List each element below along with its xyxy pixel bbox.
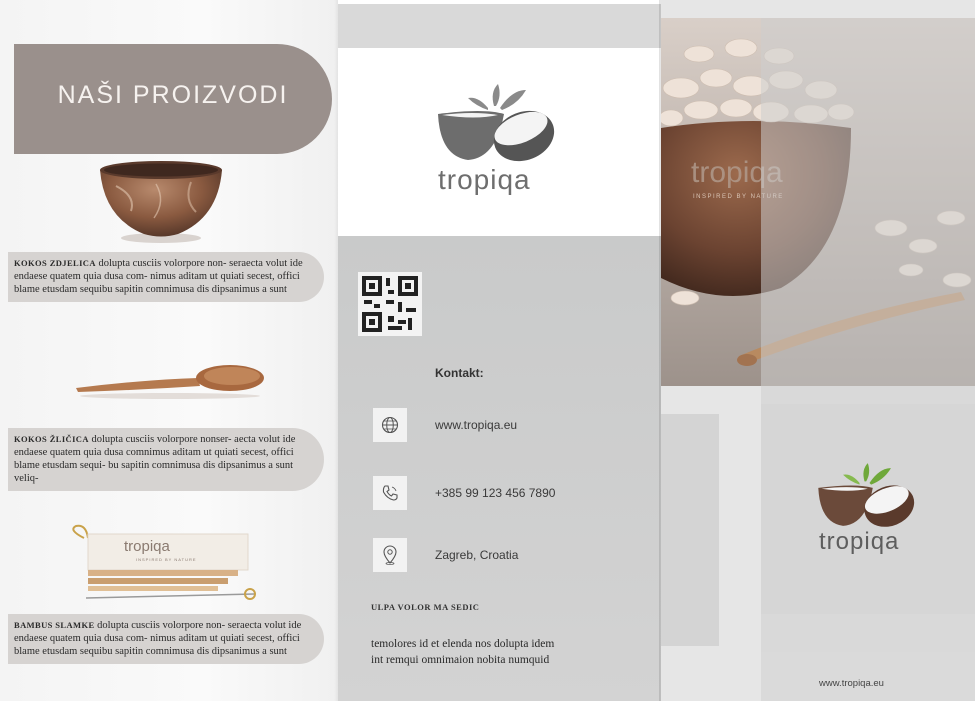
product-name-bowl: KOKOS ZDJELICA: [14, 258, 96, 268]
right-website-text[interactable]: www.tropiqa.eu: [819, 678, 884, 689]
middle-logo-text: tropiqa: [438, 164, 531, 195]
contact-phone-text: +385 99 123 456 7890: [435, 486, 556, 500]
right-inner-box-left: [661, 414, 719, 646]
right-logo-text: tropiqa: [819, 528, 900, 555]
location-pin-icon: [373, 538, 407, 572]
contact-location-text: Zagreb, Croatia: [435, 548, 519, 562]
brochure-left-panel: NAŠI PROIZVODI KOKOS ZDJELICA dolupta cu…: [0, 0, 338, 701]
phone-icon: [373, 476, 407, 510]
right-footer-box: [761, 652, 975, 701]
section-text-line2: int remqui omnimaion nobita numquid: [371, 654, 550, 666]
straw-pack-tagline: INSPIRED BY NATURE: [136, 557, 197, 562]
contact-website-text: www.tropiqa.eu: [435, 418, 518, 432]
coconut-logo-icon: [438, 84, 555, 162]
middle-top-bar: [338, 4, 661, 48]
qr-code-icon: [358, 272, 422, 336]
section-text-line1: temolores id et elenda nos dolupta idem: [371, 638, 555, 650]
bamboo-straws-image: tropiqa INSPIRED BY NATURE: [64, 524, 264, 606]
product-name-straws: BAMBUS SLAMKE: [14, 620, 95, 630]
globe-icon: [373, 408, 407, 442]
products-title-banner: NAŠI PROIZVODI: [14, 44, 332, 154]
coconut-spoon-image: [76, 365, 264, 399]
products-title: NAŠI PROIZVODI: [57, 80, 289, 109]
section-heading: ULPA VOLOR MA SEDIC: [371, 602, 480, 612]
product-name-spoon: KOKOS ŽLIČICA: [14, 434, 89, 444]
product-description-spoon: KOKOS ŽLIČICA dolupta cusciis volorpore …: [8, 428, 324, 491]
contact-heading: Kontakt:: [435, 366, 484, 380]
contact-website-row[interactable]: www.tropiqa.eu: [373, 408, 517, 442]
coconut-bowl-image: [100, 161, 222, 243]
straw-pack-logo: tropiqa: [124, 538, 170, 555]
brochure-middle-panel: tropiqa Kontakt: www.tropiqa.eu +385 99 …: [338, 0, 661, 701]
contact-phone-row[interactable]: +385 99 123 456 7890: [373, 476, 555, 510]
product-description-bowl: KOKOS ZDJELICA dolupta cusciis volorpore…: [8, 252, 324, 302]
contact-section: Kontakt: www.tropiqa.eu +385 99 123 456 …: [338, 236, 661, 701]
brochure-right-panel: tropiqa INSPIRED BY NATURE tropiqa www.t…: [661, 0, 975, 701]
product-description-straws: BAMBUS SLAMKE dolupta cusciis volorpore …: [8, 614, 324, 664]
contact-location-row[interactable]: Zagreb, Croatia: [373, 538, 518, 572]
right-coconut-logo-icon: [818, 463, 915, 527]
